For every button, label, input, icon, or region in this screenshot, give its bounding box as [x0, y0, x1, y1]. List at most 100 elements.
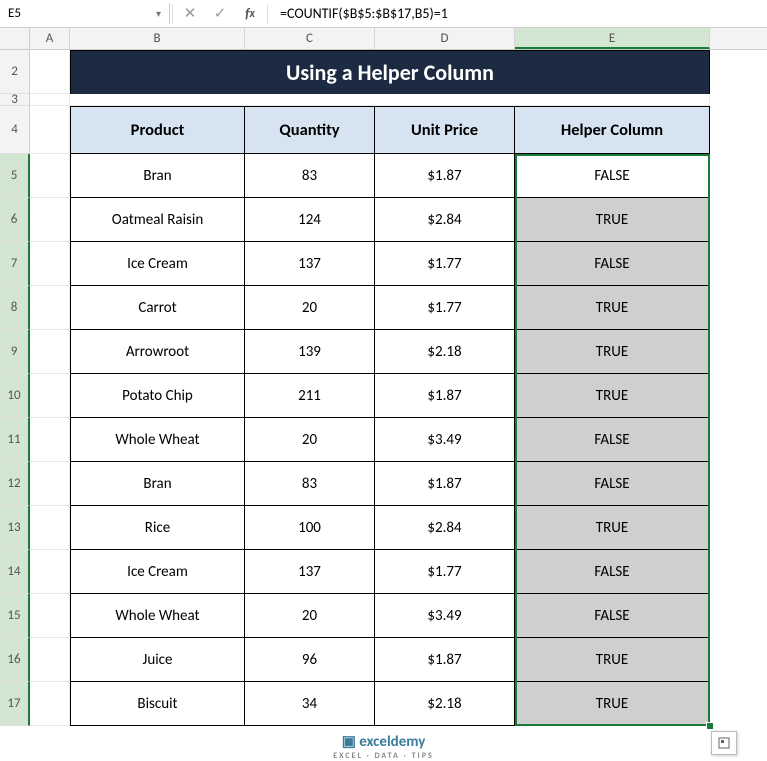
cell-quantity[interactable]: 83	[245, 462, 375, 506]
cell-quantity[interactable]: 20	[245, 418, 375, 462]
cell-a13[interactable]	[30, 506, 70, 550]
cell-helper[interactable]: TRUE	[515, 286, 710, 330]
cell-product[interactable]: Bran	[70, 462, 245, 506]
cell-helper[interactable]: FALSE	[515, 418, 710, 462]
col-header-d[interactable]: D	[375, 28, 515, 49]
cell-helper[interactable]: TRUE	[515, 638, 710, 682]
cell-quantity[interactable]: 96	[245, 638, 375, 682]
cell-quantity[interactable]: 20	[245, 286, 375, 330]
cell-unit-price[interactable]: $1.87	[375, 154, 515, 198]
row-header-3[interactable]: 3	[0, 94, 30, 106]
row-header-9[interactable]: 9	[0, 330, 30, 374]
cancel-formula-icon[interactable]: ✕	[175, 0, 205, 27]
col-header-b[interactable]: B	[70, 28, 245, 49]
cell-unit-price[interactable]: $1.87	[375, 462, 515, 506]
cell-helper[interactable]: TRUE	[515, 330, 710, 374]
cell-product[interactable]: Biscuit	[70, 682, 245, 726]
cell-unit-price[interactable]: $1.77	[375, 242, 515, 286]
col-header-e[interactable]: E	[515, 28, 710, 49]
row-header-2[interactable]: 2	[0, 50, 30, 94]
cell-helper[interactable]: FALSE	[515, 594, 710, 638]
row-header-6[interactable]: 6	[0, 198, 30, 242]
header-quantity[interactable]: Quantity	[245, 106, 375, 154]
cell-unit-price[interactable]: $3.49	[375, 418, 515, 462]
cell-unit-price[interactable]: $1.77	[375, 550, 515, 594]
cell-a9[interactable]	[30, 330, 70, 374]
col-header-a[interactable]: A	[30, 28, 70, 49]
cell-unit-price[interactable]: $1.87	[375, 374, 515, 418]
cell-quantity[interactable]: 34	[245, 682, 375, 726]
cell-a15[interactable]	[30, 594, 70, 638]
cell-a2[interactable]	[30, 50, 70, 94]
cell-product[interactable]: Bran	[70, 154, 245, 198]
header-helper[interactable]: Helper Column	[515, 106, 710, 154]
name-box-dropdown-icon[interactable]: ▾	[156, 7, 161, 20]
select-all-corner[interactable]	[0, 28, 30, 49]
cell-quantity[interactable]: 83	[245, 154, 375, 198]
cell-quantity[interactable]: 124	[245, 198, 375, 242]
row-header-4[interactable]: 4	[0, 106, 30, 154]
col-header-c[interactable]: C	[245, 28, 375, 49]
cell-helper[interactable]: TRUE	[515, 198, 710, 242]
cell-quantity[interactable]: 100	[245, 506, 375, 550]
row-header-5[interactable]: 5	[0, 154, 30, 198]
row-header-15[interactable]: 15	[0, 594, 30, 638]
cell-a7[interactable]	[30, 242, 70, 286]
cell-quantity[interactable]: 20	[245, 594, 375, 638]
cell-a11[interactable]	[30, 418, 70, 462]
enter-formula-icon[interactable]: ✓	[205, 0, 235, 27]
cell-helper[interactable]: FALSE	[515, 242, 710, 286]
cell-helper[interactable]: TRUE	[515, 506, 710, 550]
fill-handle[interactable]	[706, 722, 714, 730]
cell-quantity[interactable]: 137	[245, 550, 375, 594]
cell-a12[interactable]	[30, 462, 70, 506]
row-header-11[interactable]: 11	[0, 418, 30, 462]
row-header-14[interactable]: 14	[0, 550, 30, 594]
cell-product[interactable]: Oatmeal Raisin	[70, 198, 245, 242]
cell-product[interactable]: Carrot	[70, 286, 245, 330]
cell-a3[interactable]	[30, 94, 70, 106]
cell-a14[interactable]	[30, 550, 70, 594]
cell-a10[interactable]	[30, 374, 70, 418]
name-box[interactable]: E5 ▾	[0, 3, 170, 24]
cell-helper[interactable]: TRUE	[515, 682, 710, 726]
row-header-17[interactable]: 17	[0, 682, 30, 726]
row-header-12[interactable]: 12	[0, 462, 30, 506]
cell-helper[interactable]: TRUE	[515, 374, 710, 418]
cell-a5[interactable]	[30, 154, 70, 198]
cell-unit-price[interactable]: $2.84	[375, 506, 515, 550]
cell-a6[interactable]	[30, 198, 70, 242]
row-header-8[interactable]: 8	[0, 286, 30, 330]
cell-unit-price[interactable]: $2.84	[375, 198, 515, 242]
cell-product[interactable]: Ice Cream	[70, 550, 245, 594]
cell-helper[interactable]: FALSE	[515, 550, 710, 594]
cell-a8[interactable]	[30, 286, 70, 330]
header-unit-price[interactable]: Unit Price	[375, 106, 515, 154]
cell-product[interactable]: Arrowroot	[70, 330, 245, 374]
cell-unit-price[interactable]: $2.18	[375, 330, 515, 374]
cell-unit-price[interactable]: $3.49	[375, 594, 515, 638]
cell-a4[interactable]	[30, 106, 70, 154]
formula-input[interactable]: =COUNTIF($B$5:$B$17,B5)=1	[270, 2, 767, 25]
cell-unit-price[interactable]: $1.77	[375, 286, 515, 330]
title-cell[interactable]: Using a Helper Column	[70, 50, 710, 94]
cell-merged-3[interactable]	[70, 94, 710, 106]
cell-quantity[interactable]: 139	[245, 330, 375, 374]
cell-product[interactable]: Whole Wheat	[70, 594, 245, 638]
row-header-7[interactable]: 7	[0, 242, 30, 286]
row-header-13[interactable]: 13	[0, 506, 30, 550]
fx-icon[interactable]: fx	[235, 0, 265, 27]
cell-helper[interactable]: FALSE	[515, 462, 710, 506]
cell-quantity[interactable]: 137	[245, 242, 375, 286]
paste-options-icon[interactable]	[711, 731, 737, 755]
cell-a16[interactable]	[30, 638, 70, 682]
row-header-10[interactable]: 10	[0, 374, 30, 418]
cell-quantity[interactable]: 211	[245, 374, 375, 418]
cell-a17[interactable]	[30, 682, 70, 726]
cell-helper[interactable]: FALSE	[515, 154, 710, 198]
cell-product[interactable]: Ice Cream	[70, 242, 245, 286]
header-product[interactable]: Product	[70, 106, 245, 154]
cell-product[interactable]: Juice	[70, 638, 245, 682]
cell-product[interactable]: Rice	[70, 506, 245, 550]
row-header-16[interactable]: 16	[0, 638, 30, 682]
